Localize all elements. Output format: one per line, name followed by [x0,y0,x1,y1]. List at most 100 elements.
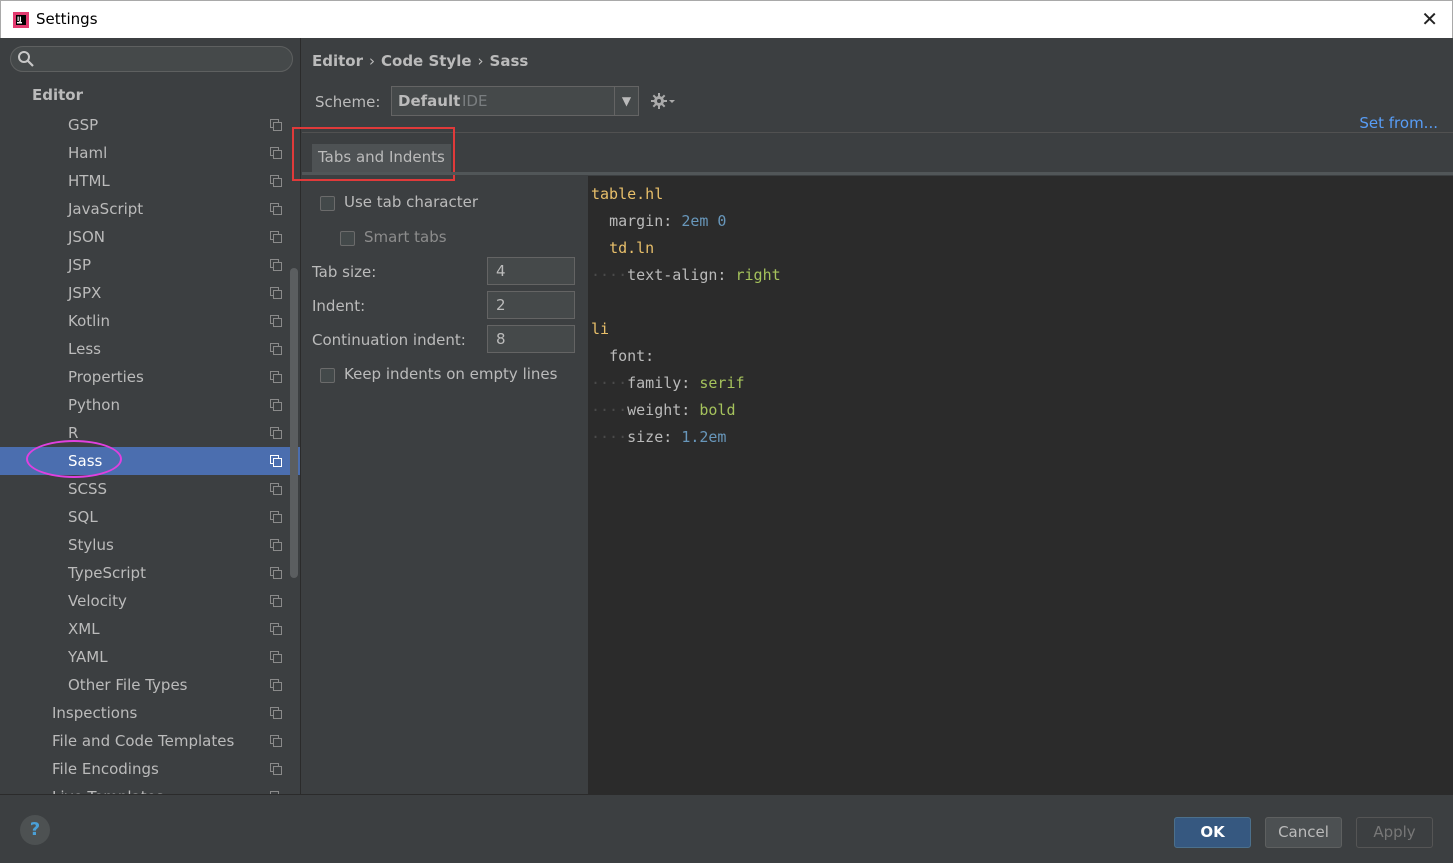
scheme-value: Default [398,92,461,110]
search-input[interactable] [39,49,284,69]
help-icon[interactable]: ? [20,815,50,845]
project-settings-icon [270,595,282,607]
sidebar-item-label: Haml [68,144,108,162]
project-settings-icon [270,231,282,243]
sidebar-item-python[interactable]: Python [0,391,300,419]
sidebar-item-properties[interactable]: Properties [0,363,300,391]
checkbox-box[interactable] [320,196,335,211]
tab-size-label: Tab size: [312,263,377,281]
sidebar-item-kotlin[interactable]: Kotlin [0,307,300,335]
cancel-button[interactable]: Cancel [1265,817,1342,848]
code-preview[interactable]: table.hl margin: 2em 0 td.ln ····text-ali… [588,176,1453,794]
checkbox-box[interactable] [320,368,335,383]
sidebar-item-label: Velocity [68,592,127,610]
code-token: font: [609,347,655,365]
dialog-footer: ? OK Cancel Apply [0,794,1453,863]
sidebar-item-inspections[interactable]: Inspections [0,699,300,727]
sidebar-item-label: Properties [68,368,144,386]
project-settings-icon [270,147,282,159]
sidebar-item-stylus[interactable]: Stylus [0,531,300,559]
sidebar-item-label: SCSS [68,480,108,498]
sidebar-item-other-file-types[interactable]: Other File Types [0,671,300,699]
sidebar-item-scss[interactable]: SCSS [0,475,300,503]
sidebar-item-label: Sass [68,452,103,470]
set-from-link[interactable]: Set from... [1359,114,1438,132]
sidebar-item-less[interactable]: Less [0,335,300,363]
code-token: 2em 0 [681,212,727,230]
project-settings-icon [270,567,282,579]
continuation-indent-input[interactable] [487,325,575,353]
whitespace-marker: ···· [591,401,628,419]
scheme-dropdown[interactable]: Default IDE ▼ [391,86,639,116]
code-token: weight: [627,401,700,419]
sidebar-item-gsp[interactable]: GSP [0,111,300,139]
whitespace-marker [591,212,609,230]
sidebar-item-json[interactable]: JSON [0,223,300,251]
sidebar-item-label: SQL [68,508,98,526]
project-settings-icon [270,343,282,355]
sidebar-item-sql[interactable]: SQL [0,503,300,531]
sidebar-item-label: Python [68,396,120,414]
settings-tree: GSP Haml HTML JavaScript JSON JSP JSPX Kotlin Le… [0,111,300,794]
tab-underline [302,172,1453,175]
close-icon[interactable]: ✕ [1421,7,1438,31]
checkbox-box[interactable] [340,231,355,246]
checkbox-label: Keep indents on empty lines [344,365,558,383]
sidebar-item-file-encodings[interactable]: File Encodings [0,755,300,783]
project-settings-icon [270,679,282,691]
project-settings-icon [270,119,282,131]
code-line: table.hl [591,181,663,208]
code-line: ····family: serif [591,370,745,397]
indent-input[interactable] [487,291,575,319]
project-settings-icon [270,623,282,635]
breadcrumb: Editor › Code Style › Sass [312,52,528,70]
checkbox-label: Use tab character [344,193,478,211]
sidebar-item-velocity[interactable]: Velocity [0,587,300,615]
sidebar-item-html[interactable]: HTML [0,167,300,195]
project-settings-icon [270,651,282,663]
settings-search[interactable] [10,46,293,72]
sidebar-item-haml[interactable]: Haml [0,139,300,167]
tab-tabs-and-indents[interactable]: Tabs and Indents [312,144,451,172]
sidebar-scrollbar[interactable] [290,268,298,578]
sidebar-item-javascript[interactable]: JavaScript [0,195,300,223]
project-settings-icon [270,371,282,383]
apply-button[interactable]: Apply [1356,817,1433,848]
dropdown-arrow-icon[interactable]: ▼ [614,87,638,115]
sidebar-item-sass[interactable]: Sass [0,447,300,475]
checkbox-label: Smart tabs [364,228,447,246]
settings-content: Editor › Code Style › Sass Scheme: Default I… [292,38,1453,794]
code-token: margin: [609,212,682,230]
code-line: ····weight: bold [591,397,736,424]
scheme-sub-label: IDE [462,92,488,110]
ok-button[interactable]: OK [1174,817,1251,848]
sidebar-item-label: HTML [68,172,110,190]
tree-heading-editor[interactable]: Editor [32,86,83,104]
sidebar-item-jspx[interactable]: JSPX [0,279,300,307]
code-line: td.ln [591,235,654,262]
whitespace-marker: ···· [591,374,628,392]
whitespace-marker [591,347,609,365]
sidebar-item-xml[interactable]: XML [0,615,300,643]
tab-size-input[interactable] [487,257,575,285]
sidebar-item-label: GSP [68,116,99,134]
sidebar-item-jsp[interactable]: JSP [0,251,300,279]
indent-label: Indent: [312,297,366,315]
sidebar-item-label: Stylus [68,536,114,554]
code-token: right [735,266,781,284]
sidebar-item-label: JSON [68,228,105,246]
sidebar-item-file-and-code-templates[interactable]: File and Code Templates [0,727,300,755]
gear-icon[interactable] [650,91,676,111]
sidebar-item-typescript[interactable]: TypeScript [0,559,300,587]
svg-text:IJ: IJ [17,16,21,23]
sidebar-item-r[interactable]: R [0,419,300,447]
sidebar-item-live-templates[interactable]: Live Templates [0,783,300,794]
project-settings-icon [270,539,282,551]
tab-strip: Tabs and Indents [292,127,1453,181]
breadcrumb-separator: › [369,52,375,70]
project-settings-icon [270,483,282,495]
tabs-indents-options: Use tab character Smart tabs Tab size: I… [302,176,587,794]
sidebar-item-yaml[interactable]: YAML [0,643,300,671]
code-token: table.hl [591,185,664,203]
breadcrumb-sass: Sass [489,52,529,70]
